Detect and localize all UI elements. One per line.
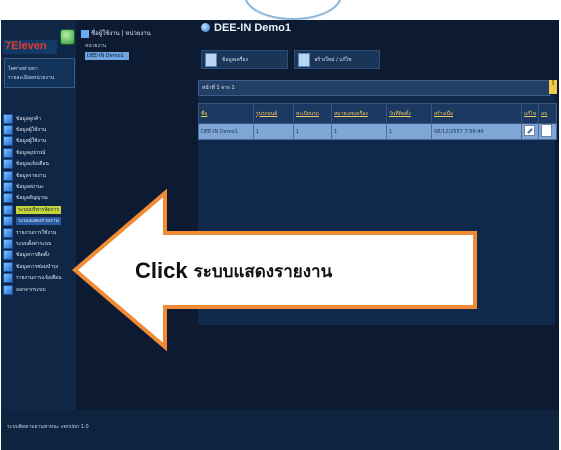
menu-icon <box>3 170 13 181</box>
footer-text: ระบบติดตามยานพาหนะ version 1.0 <box>7 424 89 430</box>
header-user[interactable]: ชื่อผู้ใช้งาน | หน่วยงาน <box>81 28 151 38</box>
logo-text: 7Eleven <box>5 40 47 52</box>
page-title: DEE-IN Demo1 <box>201 22 291 34</box>
column-header[interactable]: วันที่ติดตั้ง <box>386 103 432 124</box>
menu-icon <box>3 193 13 204</box>
menu-icon <box>3 125 13 136</box>
column-header[interactable]: แก้ไข <box>521 103 539 124</box>
sidebar-item-label: ระบบแสดงรายงาน <box>16 217 61 226</box>
user-detail: รายละเอียดหน่วยงาน <box>8 75 55 81</box>
user-box: ไพศาลพ่ายยา รายละเอียดหน่วยงาน <box>4 58 75 88</box>
top-decoration <box>244 0 342 20</box>
document-icon <box>205 52 217 67</box>
menu-icon <box>3 136 13 147</box>
menu-icon <box>3 147 13 158</box>
tab-create-edit[interactable]: สร้างใหม่ / แก้ไข <box>293 50 380 69</box>
sidebar-item[interactable]: รายงานการใช้งาน <box>3 227 75 238</box>
sidebar-item[interactable]: ข้อมูลการติดตั้ง <box>3 250 75 261</box>
table-cell: 1 <box>331 123 387 140</box>
sidebar-item[interactable]: รายงานการแจ้งเตือน <box>3 272 75 284</box>
delete-icon[interactable] <box>541 124 552 137</box>
agency-info: หน่วยงาน DEE-IN Demo1 <box>85 42 145 60</box>
sidebar-item[interactable]: ข้อมูลสถานะ <box>3 181 75 193</box>
column-header[interactable]: ชื่อ <box>198 103 254 124</box>
menu-icon <box>3 182 13 193</box>
menu-icon <box>3 250 13 261</box>
sidebar-item-label: ข้อมูลรายงาน <box>16 172 46 179</box>
agency-value[interactable]: DEE-IN Demo1 <box>85 52 129 60</box>
sidebar-item[interactable]: ข้อมูลรายงาน <box>3 170 75 181</box>
sidebar-item[interactable]: ข้อมูลแจ้งเตือน <box>3 159 75 170</box>
table-cell: DEE-IN Demo1 <box>198 123 254 140</box>
sidebar-menu: ข้อมูลลูกค้า ข้อมูลผู้ใช้งาน ข้อมูลผู้ใช้ง… <box>3 113 75 295</box>
sidebar-item[interactable]: ข้อมูลลูกค้า <box>3 113 75 124</box>
callout-click: Click <box>135 258 188 283</box>
delete-cell <box>538 123 557 140</box>
table-cell: 1 <box>293 123 332 140</box>
sidebar-item[interactable]: ข้อมูลอุปกรณ์ <box>3 147 75 158</box>
menu-icon <box>3 273 13 284</box>
column-header[interactable]: ลบ <box>538 103 557 124</box>
column-header[interactable]: สร้างเมื่อ <box>431 103 522 124</box>
sidebar-item-label: ระบบตั้งค่าระบบ <box>16 240 52 247</box>
globe-icon <box>201 23 210 32</box>
callout-label: Click ระบบแสดงรายงาน <box>135 256 455 286</box>
menu-icon <box>3 113 13 124</box>
sidebar-item-label: รายงานการใช้งาน <box>16 229 57 236</box>
menu-icon <box>3 284 13 295</box>
sidebar-item-label: ข้อมูลผู้ใช้งาน <box>16 127 47 134</box>
sidebar-item-label: ข้อมูลอุปกรณ์ <box>16 149 46 156</box>
alert-icon[interactable]: ! <box>549 80 557 94</box>
sidebar-item[interactable]: ข้อมูลผู้ใช้งาน <box>3 124 75 136</box>
data-grid: หน้าที่ 1 จาก 1 ! ชื่อ รุ่นรถยนต์ ทะเบียนร… <box>198 80 557 325</box>
table-cell: 08/12/2557 7:56:46 <box>431 123 522 140</box>
sidebar-item-label: ระบบบริหารจัดการ <box>16 205 62 214</box>
menu-icon <box>3 227 13 238</box>
menu-icon <box>3 238 13 249</box>
sidebar-item[interactable]: ออกจากระบบ <box>3 284 75 295</box>
sidebar-item-label: ข้อมูลผู้ใช้งาน <box>16 138 47 145</box>
column-header[interactable]: ทะเบียนรถ <box>293 103 332 124</box>
edit-icon[interactable] <box>524 125 535 136</box>
grid-header: หน้าที่ 1 จาก 1 <box>198 80 550 96</box>
menu-icon <box>3 261 13 272</box>
user-name: ไพศาลพ่ายยา <box>8 66 38 72</box>
sidebar-item[interactable]: ระบบตั้งค่าระบบ <box>3 238 75 249</box>
sidebar-item-label: รายงานการแจ้งเตือน <box>16 275 62 282</box>
sidebar-item-label: ออกจากระบบ <box>16 286 46 293</box>
sidebar-item[interactable]: ข้อมูลสัญญาณ <box>3 193 75 204</box>
sidebar-item-label: ข้อมูลแจ้งเตือน <box>16 161 49 168</box>
edit-cell <box>521 123 539 140</box>
column-header[interactable]: หมายเลขเครื่อง <box>331 103 387 124</box>
table-cell: 1 <box>253 123 294 140</box>
sidebar-item[interactable]: ระบบบริหารจัดการ <box>3 204 75 215</box>
device-table: ชื่อ รุ่นรถยนต์ ทะเบียนรถ หมายเลขเครื่อง วัน… <box>198 103 557 140</box>
menu-icon <box>3 216 13 227</box>
column-header[interactable]: รุ่นรถยนต์ <box>253 103 294 124</box>
sidebar-item-label: ข้อมูลการซ่อมบำรุง <box>16 263 59 270</box>
tab-bar: ข้อมูลเครื่อง สร้างใหม่ / แก้ไข <box>201 50 386 69</box>
table-cell: 1 <box>386 123 432 140</box>
edit-icon <box>297 52 310 67</box>
table-row[interactable]: DEE-IN Demo1 1 1 1 1 08/12/2557 7:56:46 <box>198 123 557 140</box>
menu-icon <box>3 159 13 170</box>
page-indicator: หน้าที่ 1 จาก 1 <box>202 85 235 91</box>
agency-label: หน่วยงาน <box>85 43 107 49</box>
sidebar: 7Eleven ไพศาลพ่ายยา รายละเอียดหน่วยงาน ข… <box>1 20 76 410</box>
sidebar-item-label: ข้อมูลลูกค้า <box>16 115 42 122</box>
callout-text: ระบบแสดงรายงาน <box>193 261 333 282</box>
sidebar-item[interactable]: ระบบแสดงรายงาน <box>3 216 75 227</box>
footer: ระบบติดตามยานพาหนะ version 1.0 <box>1 410 559 450</box>
logo: 7Eleven <box>3 40 57 54</box>
sidebar-item-label: ข้อมูลการติดตั้ง <box>16 252 50 259</box>
menu-icon <box>3 204 13 215</box>
tab-device-info[interactable]: ข้อมูลเครื่อง <box>201 50 288 69</box>
sidebar-item[interactable]: ข้อมูลผู้ใช้งาน <box>3 136 75 147</box>
home-icon[interactable] <box>60 29 75 45</box>
sidebar-item-label: ข้อมูลสถานะ <box>16 184 44 191</box>
user-icon <box>81 29 89 38</box>
app-window: 7Eleven ไพศาลพ่ายยา รายละเอียดหน่วยงาน ข… <box>1 20 559 450</box>
sidebar-item-label: ข้อมูลสัญญาณ <box>16 195 48 202</box>
sidebar-item[interactable]: ข้อมูลการซ่อมบำรุง <box>3 261 75 272</box>
